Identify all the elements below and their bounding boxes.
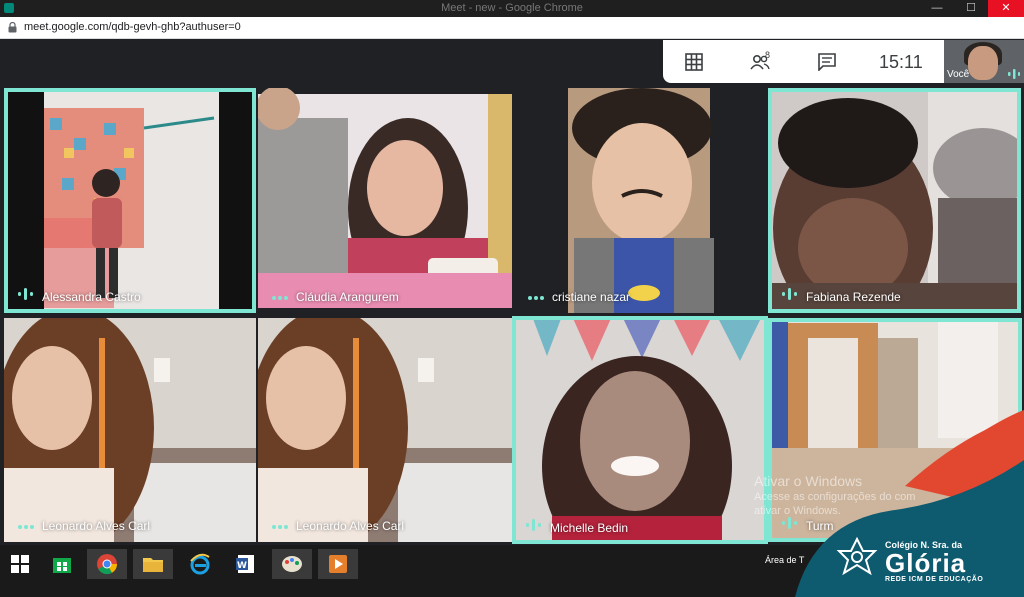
audio-speaking-icon	[1008, 69, 1020, 79]
window-title: Meet - new - Google Chrome	[441, 2, 583, 14]
taskbar-media[interactable]	[318, 549, 358, 579]
participant-name: Michelle Bedin	[550, 521, 629, 535]
participant-name: Leonardo Alves Carl	[296, 519, 405, 533]
address-bar[interactable]: meet.google.com/qdb-gevh-ghb?authuser=0	[0, 17, 1024, 39]
folder-icon	[143, 558, 163, 572]
more-options-icon[interactable]	[528, 296, 544, 300]
audio-speaking-icon	[526, 519, 541, 531]
audio-speaking-icon	[782, 288, 797, 300]
grid-icon	[685, 53, 703, 71]
maximize-button[interactable]: ☐	[954, 0, 988, 17]
taskbar-store[interactable]	[42, 549, 82, 579]
media-player-icon	[329, 555, 347, 573]
minimize-button[interactable]: —	[920, 0, 954, 17]
video-feed	[258, 318, 512, 542]
video-feed	[4, 88, 256, 313]
windows-logo-icon	[11, 555, 29, 573]
audio-speaking-icon	[18, 288, 33, 300]
meeting-clock: 15:11	[879, 52, 923, 72]
participant-name: cristiane nazar	[552, 290, 631, 304]
url-text[interactable]: meet.google.com/qdb-gevh-ghb?authuser=0	[24, 21, 241, 33]
self-view-label: Você	[947, 69, 970, 80]
video-feed	[512, 316, 768, 544]
school-brand-overlay: Colégio N. Sra. da Glória REDE ICM DE ED…	[795, 390, 1024, 597]
participants-count: 8	[765, 50, 771, 60]
participant-name: Fabiana Rezende	[806, 290, 901, 304]
chat-button[interactable]	[814, 49, 840, 75]
self-view-tile[interactable]: Você	[944, 40, 1024, 83]
svg-text:W: W	[237, 561, 247, 571]
start-button[interactable]	[0, 549, 40, 579]
video-feed	[514, 88, 766, 313]
self-video-face	[968, 46, 998, 80]
store-icon	[53, 558, 71, 573]
more-options-icon[interactable]	[272, 296, 288, 300]
paint-icon	[282, 556, 302, 572]
participant-tile-claudia[interactable]: Cláudia Arangurem	[258, 88, 512, 313]
participant-tile-michelle[interactable]: Michelle Bedin	[512, 316, 768, 544]
participant-tile-leonardo-1[interactable]: Leonardo Alves Carl	[4, 318, 256, 542]
lock-icon	[8, 22, 17, 33]
word-icon: W	[236, 555, 254, 573]
brand-title: Glória	[885, 548, 967, 578]
video-feed	[258, 88, 512, 313]
video-feed	[4, 318, 256, 542]
participant-name: Leonardo Alves Carl	[42, 519, 151, 533]
taskbar-explorer[interactable]	[133, 549, 173, 579]
taskbar-chrome[interactable]	[87, 549, 127, 579]
chat-icon	[818, 53, 836, 71]
chrome-icon	[97, 554, 118, 575]
taskbar-ie[interactable]	[180, 549, 220, 579]
taskbar-paint[interactable]	[272, 549, 312, 579]
more-options-icon[interactable]	[18, 525, 34, 529]
meet-top-bar: 8 15:11	[663, 40, 944, 83]
participant-tile-fabiana[interactable]: Fabiana Rezende	[768, 88, 1021, 313]
more-options-icon[interactable]	[272, 525, 288, 529]
video-feed	[768, 88, 1021, 313]
participant-tile-cristiane[interactable]: cristiane nazar	[514, 88, 766, 313]
participant-tile-leonardo-2[interactable]: Leonardo Alves Carl	[258, 318, 512, 542]
close-button[interactable]: ✕	[988, 0, 1024, 17]
participant-name: Alessandra Castro	[42, 290, 141, 304]
layout-grid-button[interactable]	[681, 49, 707, 75]
participant-name: Cláudia Arangurem	[296, 290, 399, 304]
brand-tagline: REDE ICM DE EDUCAÇÃO	[885, 576, 984, 583]
participant-tile-alessandra[interactable]: Alessandra Castro	[4, 88, 256, 313]
browser-titlebar: Meet - new - Google Chrome — ☐ ✕	[0, 0, 1024, 17]
taskbar-word[interactable]: W	[226, 549, 266, 579]
internet-explorer-icon	[190, 553, 210, 575]
